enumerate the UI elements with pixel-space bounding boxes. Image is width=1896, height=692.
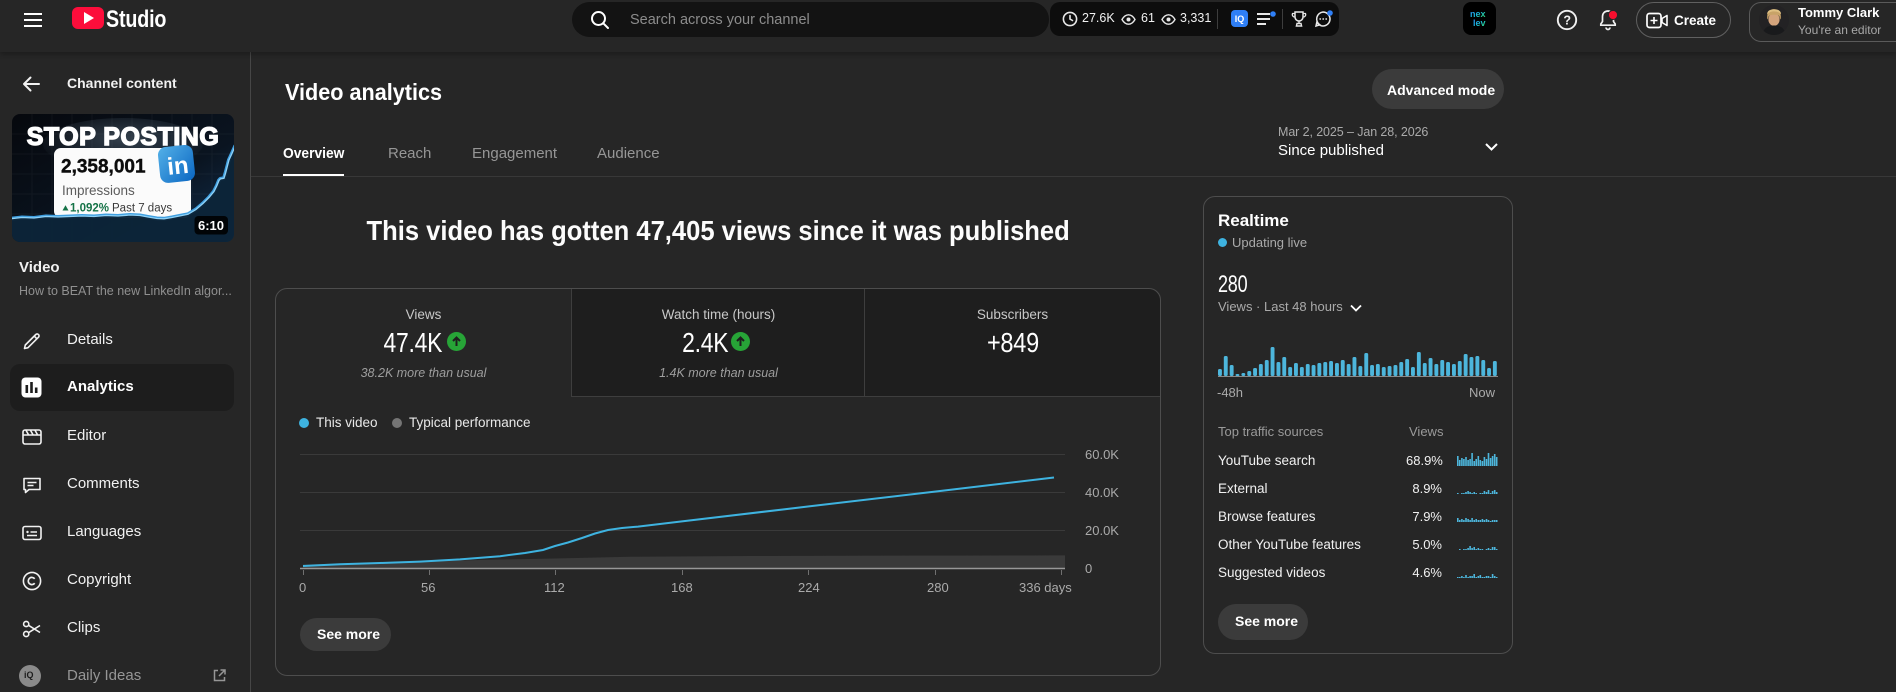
svg-text:Impressions: Impressions (62, 183, 135, 198)
svg-text:1,092%: 1,092% (70, 203, 109, 215)
svg-text:2,358,001: 2,358,001 (61, 157, 146, 178)
svg-text:?: ? (1563, 13, 1571, 27)
svg-text:in: in (166, 152, 190, 181)
svg-text:6:10: 6:10 (198, 218, 224, 233)
svg-text:STOP POSTING: STOP POSTING (27, 123, 220, 151)
svg-text:lev: lev (1473, 18, 1486, 28)
svg-text:Past 7 days: Past 7 days (112, 203, 172, 215)
